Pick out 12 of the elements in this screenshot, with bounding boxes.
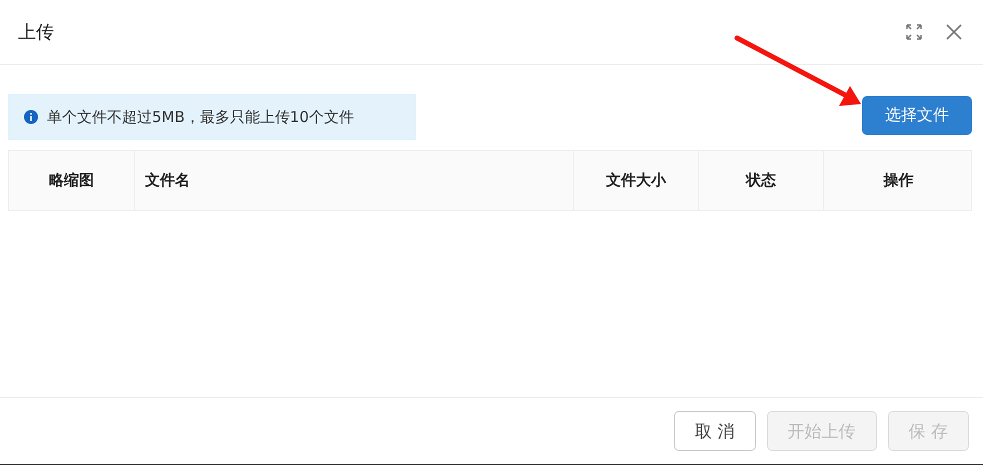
close-icon[interactable] [945,23,963,41]
column-header: 状态 [698,151,823,210]
column-header: 操作 [823,151,973,210]
column-header: 略缩图 [48,170,95,191]
column-header: 文件名 [134,151,573,210]
column-header: 文件大小 [573,151,698,210]
notice-text: 单个文件不超过5MB，最多只能上传10个文件 [47,108,354,126]
dialog-title: 上传 [18,21,54,44]
footer-button[interactable]: 取 消 [674,411,756,451]
select-file-button[interactable]: 选择文件 [862,96,972,135]
info-icon [24,110,38,124]
maximize-icon[interactable] [905,23,923,41]
